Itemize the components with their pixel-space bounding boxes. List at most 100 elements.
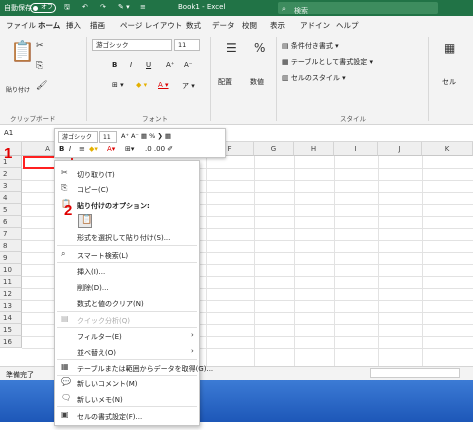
search-input[interactable]: ⌕ 検索 [278, 2, 438, 15]
font-size-select[interactable]: 11 [174, 39, 200, 51]
menu-divider [57, 262, 197, 263]
shrink-font-icon[interactable]: A⁻ [184, 61, 192, 69]
column-header[interactable]: H [294, 142, 334, 156]
row-header[interactable]: 9 [0, 252, 22, 264]
table-format-button[interactable]: ▦ テーブルとして書式設定 ▾ [282, 57, 373, 67]
grid-line [254, 156, 255, 366]
cut-icon[interactable]: ✂ [36, 41, 44, 51]
phonetic-icon[interactable]: ア ▾ [182, 81, 195, 91]
border-icon[interactable]: ⊞ ▾ [112, 81, 124, 89]
row-header[interactable]: 3 [0, 180, 22, 192]
mini-decimal-icon[interactable]: .0 .00 ✐ [145, 145, 173, 153]
font-name-select[interactable]: 游ゴシック [92, 39, 172, 51]
row-header[interactable]: 13 [0, 300, 22, 312]
cells-icon[interactable]: ▦ [444, 41, 455, 55]
brush-icon[interactable]: ✎ ▾ [118, 3, 130, 11]
row-header[interactable]: 15 [0, 324, 22, 336]
menu-item-new-note[interactable]: 新しいメモ(N) [77, 395, 123, 405]
menu-item-smart-lookup[interactable]: スマート検索(L) [77, 251, 128, 261]
row-header[interactable]: 16 [0, 336, 22, 348]
mini-bold-icon[interactable]: B [59, 145, 64, 153]
cell-style-button[interactable]: ▥ セルのスタイル ▾ [282, 73, 346, 83]
horizontal-scrollbar[interactable] [370, 368, 460, 378]
row-header[interactable]: 7 [0, 228, 22, 240]
grow-font-icon[interactable]: A⁺ [166, 61, 174, 69]
menu-item-insert[interactable]: 挿入(I)... [77, 267, 105, 277]
mini-font-select[interactable]: 游ゴシック [58, 131, 98, 143]
divider [210, 37, 211, 121]
menu-item-quick-analysis: クイック分析(Q) [77, 317, 130, 325]
mini-grow-shrink-icon[interactable]: A⁺ A⁻ ▦ % ❯ ▦ [121, 132, 171, 140]
tab-file[interactable]: ファイル [6, 20, 36, 31]
mini-font-color-icon[interactable]: A▾ [107, 145, 115, 153]
number-label[interactable]: 数値 [250, 77, 264, 87]
divider [428, 37, 429, 121]
tab-help[interactable]: ヘルプ [336, 20, 359, 31]
paste-icon[interactable]: 📋 [10, 39, 35, 63]
tab-insert[interactable]: 挿入 [66, 20, 81, 31]
menu-item-delete[interactable]: 削除(D)... [77, 283, 109, 293]
format-cells-icon: ▣ [61, 410, 69, 419]
row-header[interactable]: 5 [0, 204, 22, 216]
tab-formulas[interactable]: 数式 [186, 20, 201, 31]
cond-format-button[interactable]: ▤ 条件付き書式 ▾ [282, 41, 339, 51]
menu-item-get-data[interactable]: テーブルまたは範囲からデータを取得(G)... [77, 364, 213, 374]
menu-item-new-comment[interactable]: 新しいコメント(M) [77, 379, 138, 389]
row-header[interactable]: 14 [0, 312, 22, 324]
tab-view[interactable]: 表示 [270, 20, 285, 31]
row-header[interactable]: 2 [0, 168, 22, 180]
autosave-label: 自動保存 [4, 4, 32, 12]
menu-item-cut[interactable]: 切り取り(T) [77, 170, 115, 180]
row-header[interactable]: 11 [0, 276, 22, 288]
name-box[interactable]: A1 [4, 129, 13, 137]
column-header[interactable]: J [378, 142, 422, 156]
cond-format-icon: ▤ [282, 42, 291, 50]
bold-icon[interactable]: B [112, 61, 117, 69]
row-header[interactable]: 4 [0, 192, 22, 204]
mini-size-select[interactable]: 11 [99, 131, 117, 143]
save-icon[interactable]: 🖫 [64, 3, 70, 14]
row-header[interactable]: 8 [0, 240, 22, 252]
menu-item-paste-special[interactable]: 形式を選択して貼り付け(S)... [77, 233, 170, 243]
mini-align-icon[interactable]: ≡ [79, 145, 85, 153]
tab-home[interactable]: ホーム [38, 20, 61, 35]
tab-addins[interactable]: アドイン [300, 20, 330, 31]
mini-border-icon[interactable]: ⊞▾ [125, 145, 134, 153]
menu-item-clear[interactable]: 数式と値のクリア(N) [77, 299, 144, 309]
percent-icon[interactable]: % [254, 41, 265, 55]
align-icon[interactable]: ☰ [226, 41, 237, 55]
autosave-toggle[interactable]: オフ [30, 3, 56, 13]
fill-color-icon[interactable]: ◆ ▾ [136, 81, 147, 89]
mini-italic-icon[interactable]: I [69, 145, 71, 153]
tab-page-layout[interactable]: ページ レイアウト [120, 20, 182, 31]
tab-data[interactable]: データ [212, 20, 235, 31]
menu-item-sort[interactable]: 並べ替え(O) [77, 348, 116, 358]
format-painter-icon[interactable]: 🖌 [36, 81, 47, 91]
menu-item-copy[interactable]: コピー(C) [77, 185, 108, 195]
customize-icon[interactable]: ≡ [140, 3, 146, 11]
underline-icon[interactable]: U [146, 61, 151, 69]
paste-label[interactable]: 貼り付け [6, 85, 30, 94]
paste-option-button[interactable]: 📋 [78, 214, 92, 228]
font-color-icon[interactable]: A ▾ [158, 81, 169, 89]
copy-icon[interactable]: ⎘ [36, 61, 43, 71]
undo-icon[interactable]: ↶ [82, 3, 88, 11]
tab-review[interactable]: 校閲 [242, 20, 257, 31]
align-label[interactable]: 配置 [218, 77, 232, 87]
menu-item-filter[interactable]: フィルター(E) [77, 332, 122, 342]
row-header[interactable]: 6 [0, 216, 22, 228]
menu-item-format-cells[interactable]: セルの書式設定(F)... [77, 412, 142, 422]
clipboard-icon: 📋 [81, 215, 93, 225]
column-header[interactable]: G [254, 142, 294, 156]
divider [276, 37, 277, 121]
redo-icon[interactable]: ↷ [100, 3, 106, 11]
italic-icon[interactable]: I [130, 61, 132, 69]
column-header[interactable]: I [334, 142, 378, 156]
row-header[interactable]: 12 [0, 288, 22, 300]
tab-draw[interactable]: 描画 [90, 20, 105, 31]
column-header[interactable]: K [422, 142, 473, 156]
mini-fill-icon[interactable]: ◆▾ [89, 145, 98, 153]
menu-divider [57, 406, 197, 407]
row-header[interactable]: 10 [0, 264, 22, 276]
cells-label[interactable]: セル [442, 77, 456, 87]
